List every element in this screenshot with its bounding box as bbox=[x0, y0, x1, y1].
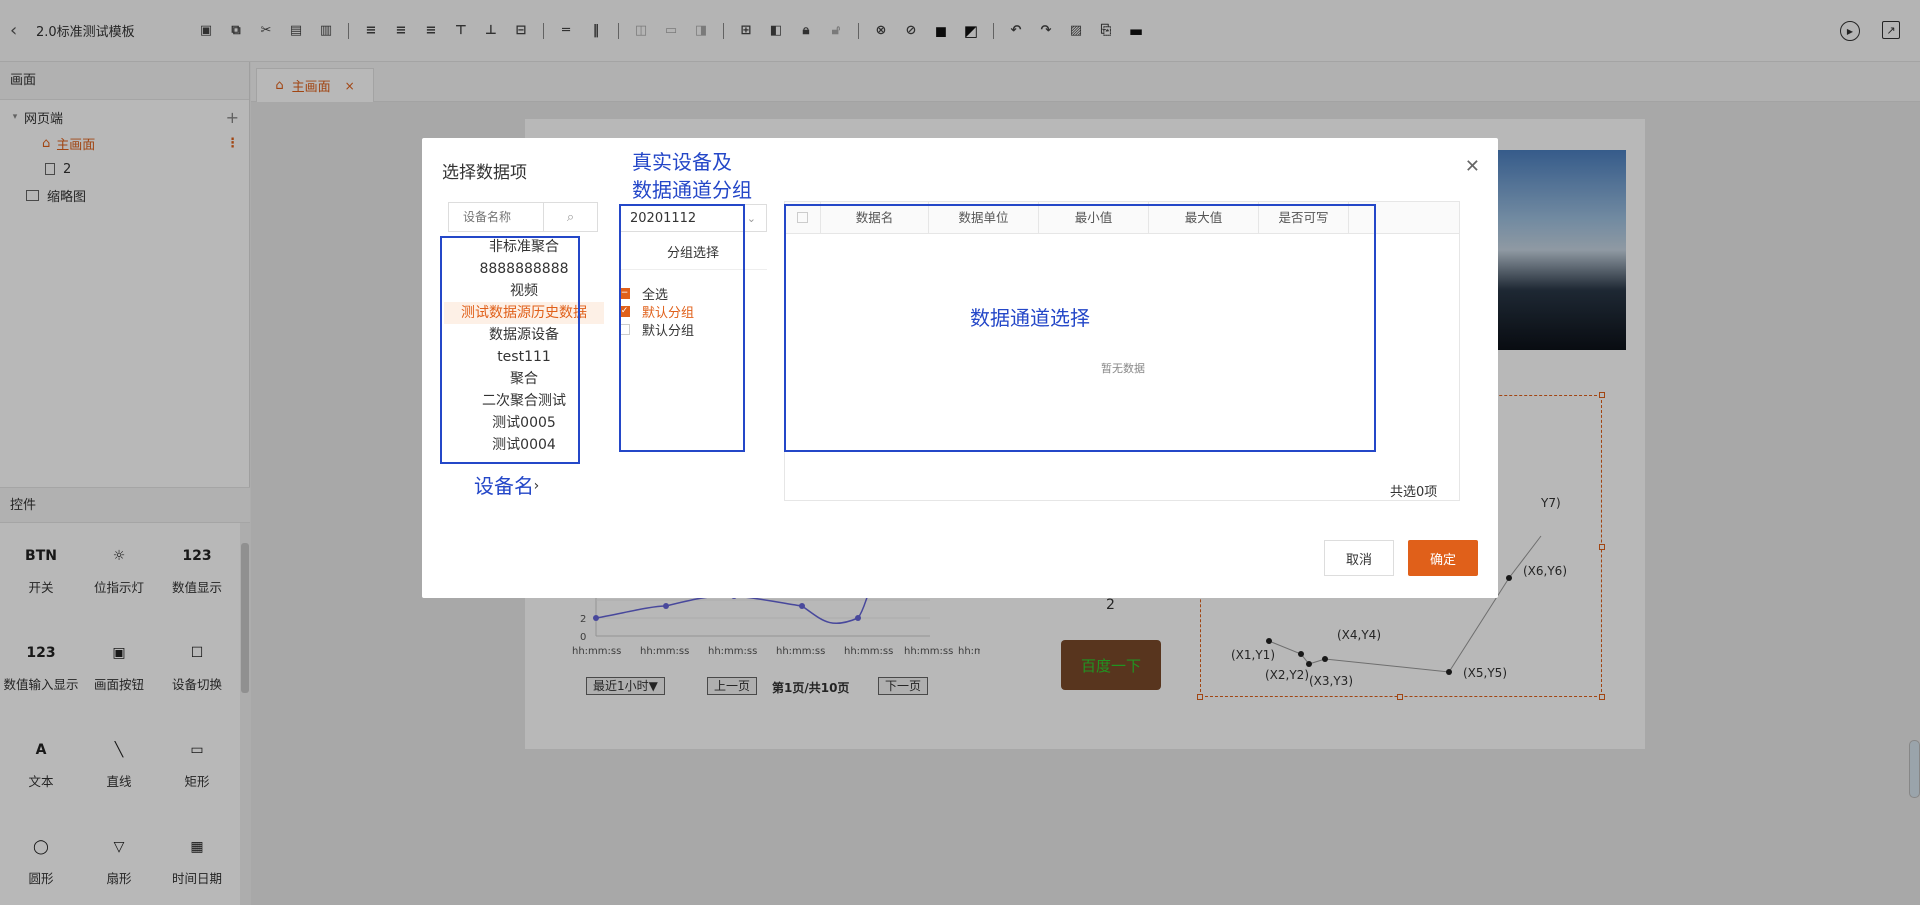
dialog-title: 选择数据项 bbox=[442, 163, 527, 183]
annotation-box bbox=[440, 236, 580, 464]
confirm-button[interactable]: 确定 bbox=[1408, 540, 1478, 576]
annotation-box bbox=[619, 204, 745, 452]
chevron-down-icon: ⌄ bbox=[746, 211, 756, 225]
device-search-input[interactable] bbox=[449, 203, 543, 231]
next-page-icon[interactable]: › bbox=[534, 478, 540, 494]
annotation-channel: 数据通道选择 bbox=[970, 306, 1090, 330]
annotation-device: 设备名 bbox=[474, 474, 534, 498]
close-icon[interactable]: ✕ bbox=[1465, 156, 1480, 177]
selected-count: 共选0项 bbox=[1390, 485, 1438, 500]
search-icon[interactable]: ⌕ bbox=[543, 203, 597, 231]
select-data-dialog: 选择数据项 ✕ ⌕ 非标准聚合8888888888视频测试数据源历史数据数据源设… bbox=[422, 138, 1498, 598]
device-search: ⌕ bbox=[448, 202, 598, 232]
annotation-group: 真实设备及 数据通道分组 bbox=[632, 150, 752, 202]
cancel-button[interactable]: 取消 bbox=[1324, 540, 1394, 576]
